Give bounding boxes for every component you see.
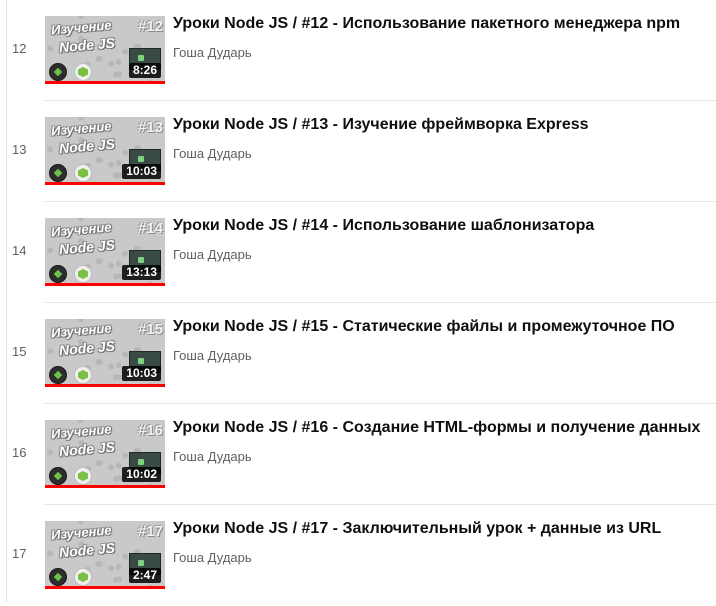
channel-name[interactable]: Гоша Дударь bbox=[173, 550, 252, 565]
thumbnail-caption-2: Node JS bbox=[58, 236, 116, 258]
video-title[interactable]: Уроки Node JS / #12 - Использование паке… bbox=[173, 15, 680, 33]
playlist-video-list: 12 Изучение Node JS #12 8:26 Уроки Node … bbox=[0, 0, 716, 602]
thumbnail-episode-number: #17 bbox=[137, 523, 163, 540]
node-logo-icon bbox=[49, 568, 67, 586]
channel-name[interactable]: Гоша Дударь bbox=[173, 247, 252, 262]
video-duration: 13:13 bbox=[122, 265, 161, 280]
watch-progress-bar bbox=[45, 182, 165, 185]
thumbnail-episode-number: #14 bbox=[137, 220, 163, 237]
playlist-item-index: 15 bbox=[12, 344, 27, 359]
playlist-item[interactable]: 17 Изучение Node JS #17 2:47 Уроки Node … bbox=[0, 505, 716, 606]
video-duration: 10:03 bbox=[122, 164, 161, 179]
thumbnail-caption-2: Node JS bbox=[58, 135, 116, 157]
video-duration: 10:02 bbox=[122, 467, 161, 482]
watch-progress-bar bbox=[45, 81, 165, 84]
nodejs-hexagon-icon bbox=[74, 568, 92, 586]
video-title[interactable]: Уроки Node JS / #15 - Статические файлы … bbox=[173, 318, 675, 336]
thumbnail-episode-number: #16 bbox=[137, 422, 163, 439]
thumbnail-episode-number: #15 bbox=[137, 321, 163, 338]
playlist-item-index: 12 bbox=[12, 41, 27, 56]
nodejs-hexagon-icon bbox=[74, 366, 92, 384]
playlist-item[interactable]: 14 Изучение Node JS #14 13:13 Уроки Node… bbox=[0, 202, 716, 303]
playlist-item-index: 13 bbox=[12, 142, 27, 157]
playlist-item[interactable]: 12 Изучение Node JS #12 8:26 Уроки Node … bbox=[0, 0, 716, 101]
node-logo-icon bbox=[49, 265, 67, 283]
nodejs-hexagon-icon bbox=[74, 265, 92, 283]
video-thumbnail[interactable]: Изучение Node JS #17 2:47 bbox=[45, 521, 165, 589]
playlist-item[interactable]: 16 Изучение Node JS #16 10:02 Уроки Node… bbox=[0, 404, 716, 505]
playlist-item-index: 17 bbox=[12, 546, 27, 561]
thumbnail-episode-number: #12 bbox=[137, 18, 163, 35]
playlist-item[interactable]: 13 Изучение Node JS #13 10:03 Уроки Node… bbox=[0, 101, 716, 202]
video-title[interactable]: Уроки Node JS / #14 - Использование шабл… bbox=[173, 217, 594, 235]
video-title[interactable]: Уроки Node JS / #13 - Изучение фреймворк… bbox=[173, 116, 589, 134]
node-logo-icon bbox=[49, 63, 67, 81]
thumbnail-caption-2: Node JS bbox=[58, 539, 116, 561]
video-duration: 2:47 bbox=[128, 568, 161, 583]
playlist-item-index: 16 bbox=[12, 445, 27, 460]
watch-progress-bar bbox=[45, 384, 165, 387]
channel-name[interactable]: Гоша Дударь bbox=[173, 449, 252, 464]
nodejs-hexagon-icon bbox=[74, 63, 92, 81]
channel-name[interactable]: Гоша Дударь bbox=[173, 45, 252, 60]
playlist-item[interactable]: 15 Изучение Node JS #15 10:03 Уроки Node… bbox=[0, 303, 716, 404]
node-logo-icon bbox=[49, 467, 67, 485]
thumbnail-caption-2: Node JS bbox=[58, 337, 116, 359]
video-thumbnail[interactable]: Изучение Node JS #16 10:02 bbox=[45, 420, 165, 488]
node-logo-icon bbox=[49, 366, 67, 384]
watch-progress-bar bbox=[45, 485, 165, 488]
video-thumbnail[interactable]: Изучение Node JS #13 10:03 bbox=[45, 117, 165, 185]
video-thumbnail[interactable]: Изучение Node JS #15 10:03 bbox=[45, 319, 165, 387]
video-thumbnail[interactable]: Изучение Node JS #14 13:13 bbox=[45, 218, 165, 286]
node-logo-icon bbox=[49, 164, 67, 182]
thumbnail-caption-2: Node JS bbox=[58, 34, 116, 56]
thumbnail-episode-number: #13 bbox=[137, 119, 163, 136]
channel-name[interactable]: Гоша Дударь bbox=[173, 348, 252, 363]
watch-progress-bar bbox=[45, 283, 165, 286]
video-duration: 10:03 bbox=[122, 366, 161, 381]
nodejs-hexagon-icon bbox=[74, 467, 92, 485]
video-duration: 8:26 bbox=[128, 63, 161, 78]
video-title[interactable]: Уроки Node JS / #17 - Заключительный уро… bbox=[173, 520, 661, 538]
thumbnail-caption-2: Node JS bbox=[58, 438, 116, 460]
video-thumbnail[interactable]: Изучение Node JS #12 8:26 bbox=[45, 16, 165, 84]
playlist-item-index: 14 bbox=[12, 243, 27, 258]
watch-progress-bar bbox=[45, 586, 165, 589]
video-title[interactable]: Уроки Node JS / #16 - Создание HTML-форм… bbox=[173, 419, 700, 437]
channel-name[interactable]: Гоша Дударь bbox=[173, 146, 252, 161]
nodejs-hexagon-icon bbox=[74, 164, 92, 182]
